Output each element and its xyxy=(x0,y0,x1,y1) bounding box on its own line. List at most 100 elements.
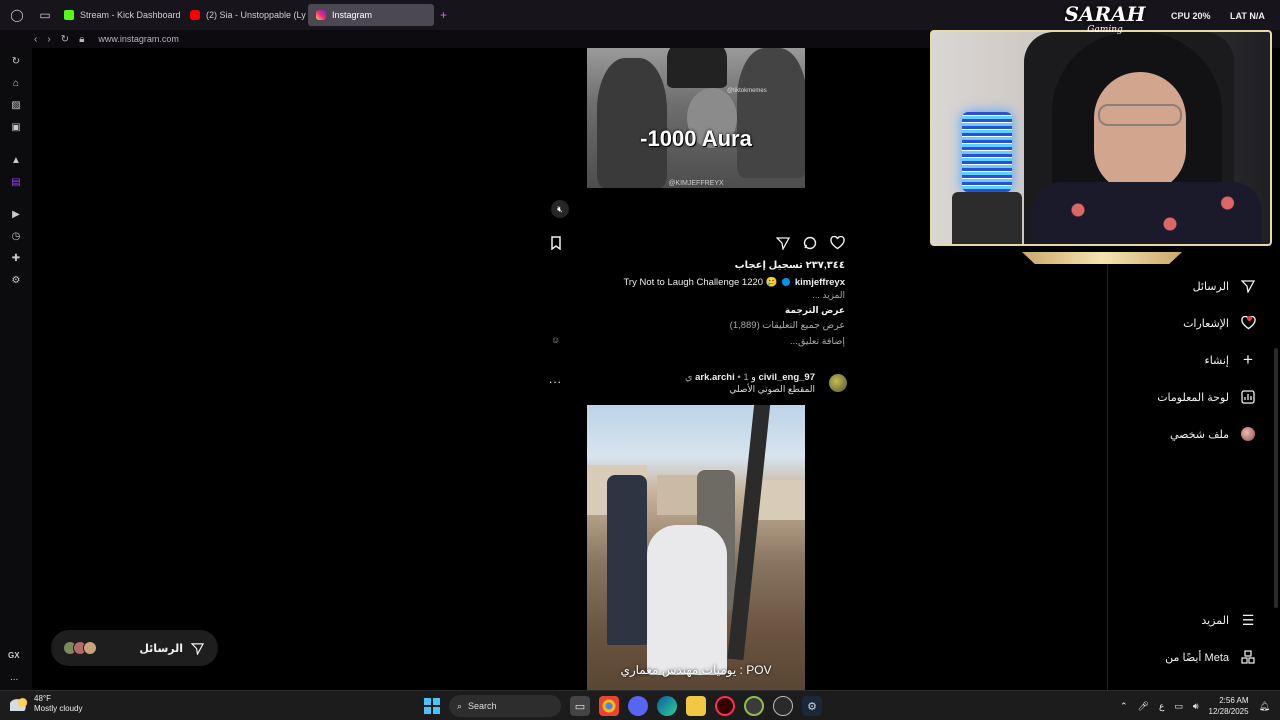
volume-icon[interactable]: 🔊︎ xyxy=(1193,701,1199,712)
task-view-icon[interactable]: ▭ xyxy=(570,696,590,716)
nav-label: لوحة المعلومات xyxy=(1157,391,1229,404)
view-comments-link[interactable]: عرض جميع التعليقات (1,889) xyxy=(541,320,845,331)
messages-pill[interactable]: الرسائل xyxy=(51,630,218,666)
microphone-icon[interactable]: 🎤︎ xyxy=(1138,701,1149,712)
stream-brand-sub: Gaming xyxy=(1087,25,1123,35)
taskbar-search[interactable]: ⌕ Search xyxy=(449,695,561,717)
tab-label: (2) Sia - Unstoppable (Ly xyxy=(206,10,306,20)
nav-label: الإشعارات xyxy=(1183,317,1229,330)
discord-icon[interactable] xyxy=(628,696,648,716)
webcam-feed xyxy=(930,30,1272,246)
search-label: Search xyxy=(468,701,497,711)
nav-label: إنشاء xyxy=(1204,354,1229,367)
sidebar-more-icon[interactable]: ... xyxy=(10,672,18,683)
send-icon xyxy=(1239,277,1257,295)
aria-icon[interactable]: ▲ xyxy=(8,152,24,168)
file-explorer-icon[interactable] xyxy=(686,696,706,716)
keyboard-language[interactable]: ع xyxy=(1159,701,1164,712)
edge-icon[interactable] xyxy=(657,696,677,716)
tab-kick[interactable]: Stream - Kick Dashboard xyxy=(56,4,182,26)
taskbar-clock[interactable]: 2:56 AM 12/28/2025 xyxy=(1209,695,1249,717)
steam-icon[interactable]: ⚙ xyxy=(802,696,822,716)
clock-date: 12/28/2025 xyxy=(1208,707,1249,716)
avatar-icon xyxy=(1239,425,1257,443)
mute-icon[interactable]: 🔇︎ xyxy=(551,200,569,218)
webcam-frame-ornament xyxy=(1022,252,1182,264)
plus-icon: + xyxy=(1243,350,1253,369)
add-comment-input[interactable]: إضافة تعليق... xyxy=(541,336,845,347)
post2-user2[interactable]: ark.archi xyxy=(695,372,735,383)
nav-create[interactable]: إنشاء + xyxy=(1107,350,1257,370)
mail-icon[interactable]: ▣ xyxy=(8,119,24,135)
nav-also-from-meta[interactable]: أيضًا من Meta xyxy=(1107,647,1257,667)
post2-user1[interactable]: civil_eng_97 xyxy=(758,372,815,383)
post1-media[interactable]: @tiktokmemes -1000 Aura @KIMJEFFREYX 🔇︎ xyxy=(541,48,853,226)
comment-icon[interactable] xyxy=(801,234,819,252)
see-translation-link[interactable]: عرض الترجمة xyxy=(541,305,845,316)
forward-icon[interactable]: › xyxy=(47,34,50,45)
post1-likes[interactable]: ٢٣٧,٣٤٤ تسجيل إعجاب xyxy=(541,260,845,271)
opera-gx-icon[interactable] xyxy=(715,696,735,716)
network-icon[interactable]: ▭ xyxy=(1174,701,1183,712)
chrome-icon[interactable] xyxy=(599,696,619,716)
twitch-icon[interactable]: ▤ xyxy=(8,174,24,190)
app-icon[interactable] xyxy=(744,696,764,716)
obs-icon[interactable] xyxy=(773,696,793,716)
page-scrollbar[interactable] xyxy=(1274,348,1278,608)
settings-icon[interactable]: ⚙ xyxy=(8,272,24,288)
nav-label: الرسائل xyxy=(1192,280,1229,293)
heart-icon xyxy=(1239,314,1257,332)
youtube-icon xyxy=(190,10,200,20)
nav-label: ملف شخصي xyxy=(1169,428,1229,441)
share-icon[interactable] xyxy=(774,234,792,252)
message-avatars xyxy=(63,641,97,655)
tray-expand-icon[interactable]: ⌃ xyxy=(1120,701,1128,712)
tab-label: Stream - Kick Dashboard xyxy=(80,10,181,20)
nav-label: المزيد xyxy=(1201,614,1229,627)
opera-menu-icon[interactable]: ◯ xyxy=(6,4,28,26)
post2-media[interactable]: يوميات مهندس معماري : POV xyxy=(541,405,853,690)
extensions-icon[interactable]: ✚ xyxy=(8,250,24,266)
post2-usernames: civil_eng_97 و ark.archi • 1 ي xyxy=(685,372,815,383)
gx-cleaner-icon[interactable]: ▨ xyxy=(8,97,24,113)
caption-username[interactable]: kimjeffreyx xyxy=(795,277,845,288)
dashboard-icon xyxy=(1239,388,1257,406)
new-tab-button[interactable]: + xyxy=(440,8,447,22)
nav-more[interactable]: المزيد ☰ xyxy=(1107,610,1257,630)
back-icon[interactable]: ‹ xyxy=(34,34,37,45)
emoji-icon[interactable]: ☺ xyxy=(551,335,560,345)
lock-icon: 🔒︎ xyxy=(79,33,85,45)
post2-avatar[interactable] xyxy=(829,374,847,392)
webcam-overlay xyxy=(924,24,1278,268)
weather-widget[interactable]: 48°F Mostly cloudy xyxy=(10,694,82,714)
nav-profile[interactable]: ملف شخصي xyxy=(1107,424,1257,444)
tab-manager-icon[interactable]: ▭ xyxy=(34,4,56,26)
browser-sidebar: ↻ ⌂ ▨ ▣ ▲ ▤ ▶ ◷ ✚ ⚙ GX ... xyxy=(0,48,32,690)
player-icon[interactable]: ▶ xyxy=(8,206,24,222)
notification-bell-icon[interactable]: 🔔︎ xyxy=(1259,701,1270,712)
post2-image: يوميات مهندس معماري : POV xyxy=(587,405,805,690)
nav-notifications[interactable]: الإشعارات xyxy=(1107,313,1257,333)
gx-label[interactable]: GX xyxy=(8,651,20,660)
post1-watermark-bottom: @KIMJEFFREYX xyxy=(668,180,724,187)
tab-instagram[interactable]: Instagram xyxy=(308,4,434,26)
post-options-icon[interactable]: ... xyxy=(549,372,562,386)
history-icon[interactable]: ◷ xyxy=(8,228,24,244)
post1-more-link[interactable]: المزيد ... xyxy=(541,290,845,301)
nav-messages[interactable]: الرسائل xyxy=(1107,276,1257,296)
lat-value: N/A xyxy=(1249,11,1265,21)
tab-youtube[interactable]: (2) Sia - Unstoppable (Ly xyxy=(182,4,308,26)
gx-corner-icon[interactable]: ⌂ xyxy=(8,75,24,91)
nav-dashboard[interactable]: لوحة المعلومات xyxy=(1107,387,1257,407)
save-icon[interactable] xyxy=(547,234,565,252)
post2-audio-link[interactable]: المقطع الصوتي الأصلي xyxy=(729,384,815,395)
menu-icon: ☰ xyxy=(1241,611,1255,628)
post1-caption: Try Not to Laugh Challenge 1220 🥲 kimjef… xyxy=(541,277,845,288)
url-field[interactable]: www.instagram.com xyxy=(98,34,179,44)
search-icon: ⌕ xyxy=(457,700,463,711)
reload-icon[interactable]: ↻ xyxy=(61,34,69,45)
taskbar-apps: ⌕ Search ▭ ⚙ xyxy=(424,695,822,717)
like-icon[interactable] xyxy=(828,234,846,252)
gx-control-icon[interactable]: ↻ xyxy=(8,53,24,69)
windows-start-icon[interactable] xyxy=(424,698,440,714)
